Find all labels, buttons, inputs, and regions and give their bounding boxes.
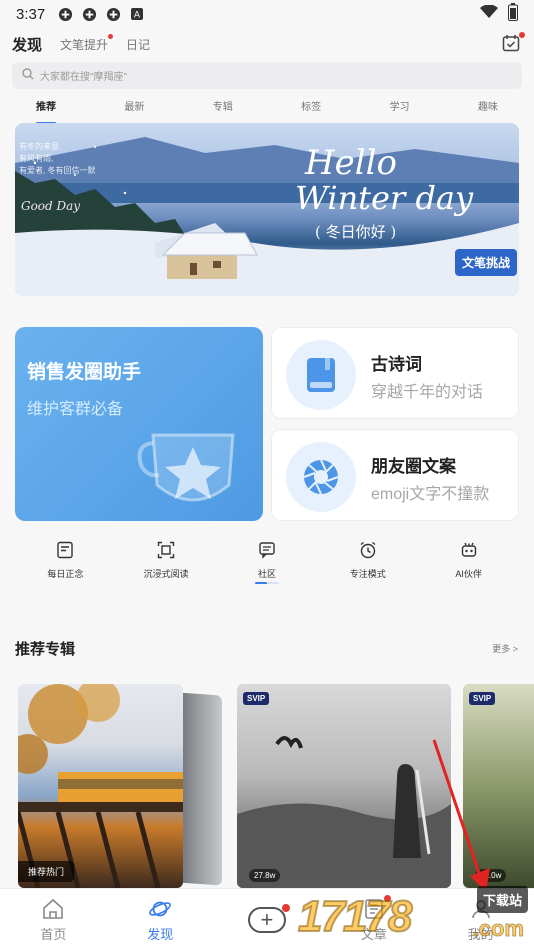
tagline-line: 有冬的来意,: [19, 142, 62, 151]
nav-discover[interactable]: 发现: [107, 889, 214, 950]
play-count: 72.0w: [475, 869, 507, 882]
nav-article[interactable]: 文章: [320, 889, 427, 950]
writing-challenge-button[interactable]: 文笔挑战: [454, 249, 517, 276]
book-icon: [286, 340, 356, 410]
tab-study[interactable]: 学习: [390, 98, 410, 120]
carousel-indicator: [255, 582, 279, 584]
home-icon: [43, 898, 64, 919]
quick-action-label: AI伙伴: [455, 569, 482, 579]
album-card-fog[interactable]: SVIP 27.8w: [237, 684, 451, 888]
section-title: 推荐专辑: [15, 641, 76, 658]
quick-action-label: 每日正念: [47, 569, 84, 579]
nav-home[interactable]: 首页: [0, 889, 107, 950]
note-icon: [57, 541, 74, 559]
a-badge-icon: A: [129, 6, 145, 22]
status-bar: 3:37 A: [0, 0, 534, 28]
nav-discover-label: 发现: [147, 926, 174, 942]
moments-copy-subtitle: emoji文字不撞款: [371, 486, 490, 503]
tab-albums[interactable]: 专辑: [213, 98, 233, 120]
carousel-indicator-active: [255, 582, 267, 584]
svip-badge: SVIP: [243, 692, 270, 705]
trophy-star-icon: [137, 433, 235, 502]
notification-dot: [519, 32, 525, 38]
hot-tag: 推荐热门: [18, 861, 75, 882]
tab-tags[interactable]: 标签: [301, 98, 321, 120]
banner-hello: Hello: [305, 143, 397, 183]
chat-icon: [259, 542, 275, 559]
svg-text:A: A: [134, 11, 141, 21]
quick-action-ai-partner[interactable]: AI伙伴: [424, 541, 514, 585]
camera-shutter-icon: [286, 442, 356, 512]
nav-article-label: 文章: [360, 926, 387, 942]
tab-writing-improve[interactable]: 文笔提升: [60, 33, 114, 53]
quick-action-community[interactable]: 社区: [222, 541, 312, 585]
article-icon: [364, 898, 383, 919]
play-count: 27.8w: [249, 869, 281, 882]
nav-profile-label: 我的: [467, 926, 494, 942]
sales-assistant-title: 销售发圈助手: [27, 362, 142, 383]
app-notification-icon: [57, 6, 73, 22]
quick-action-label: 社区: [257, 569, 276, 579]
classical-poetry-title: 古诗词: [371, 355, 422, 374]
top-nav: 发现 文笔提升 日记: [12, 32, 525, 56]
notification-dot: [384, 895, 392, 902]
battery-icon: [508, 3, 518, 25]
more-link[interactable]: 更多 >: [492, 642, 518, 655]
classical-poetry-card[interactable]: 古诗词 穿越千年的对话: [271, 327, 519, 419]
notification-icons: A: [57, 6, 145, 22]
quick-action-focus-mode[interactable]: 专注模式: [323, 541, 413, 585]
notification-dot: [108, 33, 114, 39]
tagline-line: 有风有雨,: [19, 154, 54, 163]
tab-latest[interactable]: 最新: [124, 98, 144, 120]
banner-signature: Good Day: [21, 199, 81, 213]
quick-action-label: 沉浸式阅读: [143, 569, 189, 579]
tab-recommend[interactable]: 推荐: [36, 98, 56, 124]
moments-copy-title: 朋友圈文案: [371, 457, 456, 476]
quick-action-mindfulness[interactable]: 每日正念: [20, 541, 110, 585]
search-icon: [22, 67, 34, 85]
banner-winter-day: Winter day: [295, 179, 474, 217]
search-bar[interactable]: 大家都在搜"摩羯座": [12, 62, 522, 89]
banner-tagline: 有冬的来意, 有风有雨, 有爱者, 冬有回信一默: [19, 141, 95, 177]
frame-icon: [157, 541, 175, 559]
album-cover-train: [18, 684, 183, 888]
quick-action-immersive-reading[interactable]: 沉浸式阅读: [121, 541, 211, 585]
quick-actions: 每日正念 沉浸式阅读 社区 专注模式 AI伙伴: [15, 541, 519, 585]
nav-create[interactable]: +: [214, 889, 321, 950]
alarm-icon: [360, 541, 376, 559]
calendar-check-icon[interactable]: [502, 32, 525, 54]
search-input[interactable]: 大家都在搜"摩羯座": [40, 68, 127, 83]
tab-discover[interactable]: 发现: [12, 34, 42, 55]
album-card-partial[interactable]: SVIP 72.0w: [463, 684, 534, 888]
album-card-train[interactable]: 推荐热门: [18, 684, 183, 888]
album-cover-fog: [237, 736, 451, 888]
robot-icon: [461, 542, 476, 557]
svip-badge: SVIP: [469, 692, 496, 705]
winter-banner[interactable]: 有冬的来意, 有风有雨, 有爱者, 冬有回信一默 Good Day Hello …: [15, 123, 519, 296]
notification-dot: [281, 903, 290, 912]
nav-profile[interactable]: 我的: [427, 889, 534, 950]
sales-assistant-subtitle: 维护客群必备: [27, 401, 124, 418]
app-notification-icon: [81, 6, 97, 22]
bottom-nav: 首页 发现 + 文章 我的: [0, 888, 534, 950]
profile-icon: [471, 899, 490, 918]
banner-zh-title: ( 冬日你好 ): [315, 223, 397, 241]
quick-action-label: 专注模式: [349, 569, 386, 579]
plus-icon: +: [247, 903, 290, 933]
planet-icon: [149, 901, 172, 916]
banner-headline: Hello Winter day ( 冬日你好 ): [295, 143, 505, 242]
album-stack-shadow: [178, 692, 222, 886]
tab-writing-improve-label: 文笔提升: [60, 37, 109, 52]
tab-diary[interactable]: 日记: [126, 36, 150, 53]
status-time: 3:37: [16, 5, 46, 23]
tagline-line: 有爱者, 冬有回信一默: [19, 166, 96, 175]
tab-fun[interactable]: 趣味: [478, 98, 498, 120]
nav-home-label: 首页: [40, 926, 67, 942]
app-notification-icon: [105, 6, 121, 22]
category-tabs: 推荐 最新 专辑 标签 学习 趣味: [12, 98, 522, 124]
moments-copy-card[interactable]: 朋友圈文案 emoji文字不撞款: [271, 429, 519, 521]
wifi-icon: [480, 4, 498, 23]
sales-assistant-card[interactable]: 销售发圈助手 维护客群必备: [15, 327, 263, 521]
classical-poetry-subtitle: 穿越千年的对话: [371, 384, 484, 401]
